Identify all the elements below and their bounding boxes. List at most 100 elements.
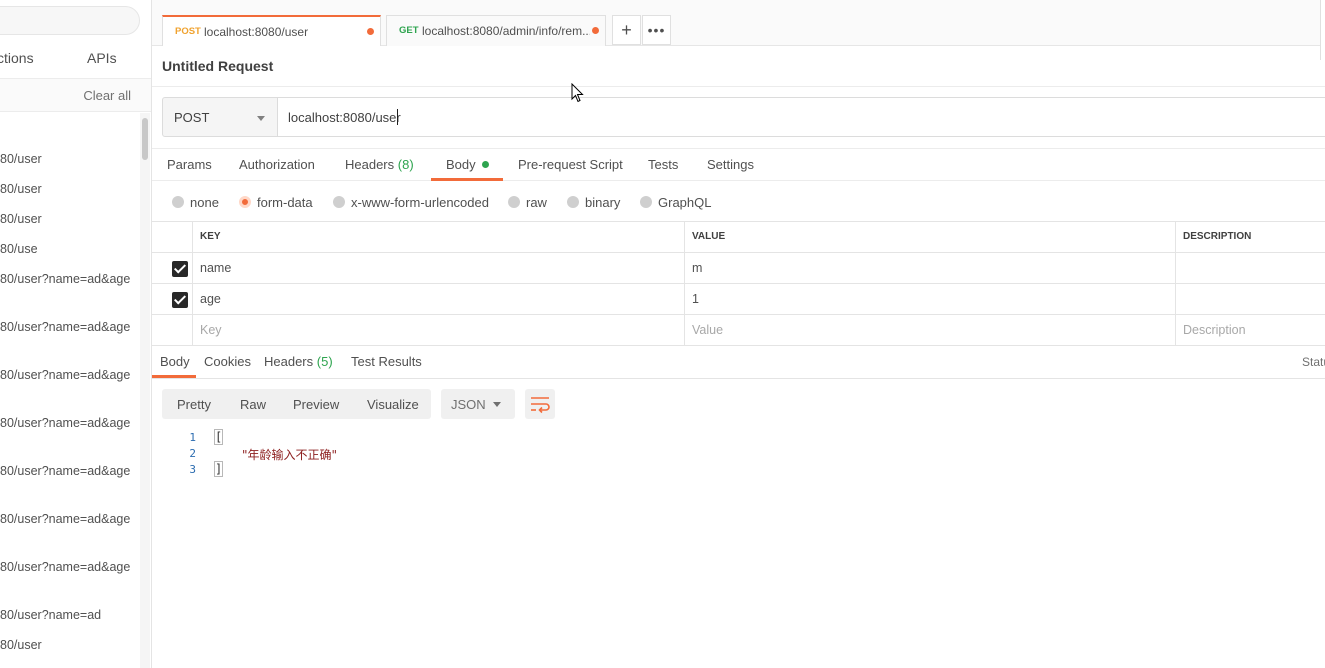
history-item[interactable]: 80/user?name=ad — [0, 608, 101, 622]
request-tab-bar: POST localhost:8080/user GET localhost:8… — [152, 0, 1325, 46]
tab-headers-label: Headers — [345, 157, 395, 172]
radio-raw[interactable]: raw — [508, 195, 547, 210]
table-row-empty: Key Value Description — [152, 315, 1325, 346]
radio-graphql[interactable]: GraphQL — [640, 195, 711, 210]
tab-headers[interactable]: Headers (8) — [345, 157, 414, 172]
unsaved-dot-icon — [592, 27, 599, 34]
wrap-lines-button[interactable] — [525, 389, 555, 419]
request-tab[interactable]: GET localhost:8080/admin/info/rem... — [386, 15, 606, 46]
description-cell[interactable] — [1175, 284, 1325, 315]
key-cell[interactable]: age — [192, 284, 684, 315]
chevron-down-icon — [493, 402, 501, 407]
sidebar-search-input[interactable] — [0, 6, 140, 35]
response-tab-cookies[interactable]: Cookies — [204, 354, 251, 369]
clear-all-button[interactable]: Clear all — [83, 88, 131, 103]
history-item[interactable]: 80/use — [0, 242, 38, 256]
wrap-lines-icon — [531, 397, 550, 414]
response-tabs: Body Cookies Headers (5) Test Results — [152, 346, 1325, 379]
history-item[interactable]: 80/user?name=ad&age — [0, 320, 130, 334]
language-select[interactable]: JSON — [441, 389, 515, 419]
history-header: Clear all — [0, 78, 151, 112]
description-cell[interactable] — [1175, 253, 1325, 284]
radio-label: GraphQL — [658, 195, 712, 210]
sidebar: ctions APIs Clear all 80/user 80/user 80… — [0, 0, 152, 668]
active-tab-indicator — [152, 375, 196, 378]
plus-icon: + — [621, 20, 632, 40]
headers-count-badge: (8) — [397, 157, 414, 172]
history-item[interactable]: 80/user — [0, 152, 42, 166]
request-subtabs: Params Authorization Headers (8) Body Pr… — [152, 148, 1325, 181]
line-number: 3 — [189, 463, 196, 476]
table-header-row: KEY VALUE DESCRIPTION — [152, 222, 1325, 253]
value-placeholder[interactable]: Value — [684, 315, 1176, 346]
history-item[interactable]: 80/user — [0, 182, 42, 196]
new-tab-button[interactable]: + — [612, 15, 641, 45]
sidebar-scroll-thumb[interactable] — [142, 118, 148, 160]
tab-settings[interactable]: Settings — [707, 157, 754, 172]
history-item[interactable]: 80/user?name=ad&age — [0, 368, 130, 382]
method-select[interactable]: POST — [162, 97, 278, 137]
tab-authorization[interactable]: Authorization — [239, 157, 315, 172]
radio-label: raw — [526, 195, 547, 210]
description-placeholder[interactable]: Description — [1175, 315, 1325, 346]
key-cell[interactable]: name — [192, 253, 684, 284]
active-tab-indicator — [431, 178, 503, 181]
method-value: POST — [174, 110, 210, 125]
sidebar-tab-collections[interactable]: ctions — [0, 50, 34, 66]
line-number: 1 — [189, 431, 196, 444]
sidebar-scrollbar[interactable] — [140, 113, 150, 668]
request-tab-active[interactable]: POST localhost:8080/user — [162, 15, 381, 46]
column-header-key: KEY — [192, 222, 684, 253]
body-indicator-dot-icon — [481, 161, 489, 168]
tab-method-label: POST — [175, 26, 201, 37]
code-line: ] — [213, 461, 224, 477]
history-item[interactable]: 80/user?name=ad&age — [0, 416, 130, 430]
history-item[interactable]: 80/user?name=ad&age — [0, 464, 130, 478]
response-tab-test-results[interactable]: Test Results — [351, 354, 422, 369]
format-visualize-button[interactable]: Visualize — [367, 397, 419, 412]
history-item[interactable]: 80/user — [0, 212, 42, 226]
tab-prerequest-script[interactable]: Pre-request Script — [518, 157, 623, 172]
history-item[interactable]: 80/user — [0, 638, 42, 652]
value-cell[interactable]: 1 — [684, 284, 1176, 315]
response-headers-count: (5) — [316, 354, 333, 369]
divider — [152, 86, 1325, 87]
radio-label: x-www-form-urlencoded — [351, 195, 489, 210]
table-row: age 1 — [152, 284, 1325, 315]
radio-circle-icon — [508, 196, 520, 208]
radio-circle-icon — [567, 196, 579, 208]
row-checkbox[interactable] — [172, 292, 188, 308]
right-panel-edge — [1320, 0, 1325, 60]
radio-form-data[interactable]: form-data — [239, 195, 313, 210]
format-raw-button[interactable]: Raw — [240, 397, 266, 412]
format-pretty-button[interactable]: Pretty — [177, 397, 211, 412]
value-cell[interactable]: m — [684, 253, 1176, 284]
code-line: [ — [213, 429, 224, 445]
radio-circle-icon — [172, 196, 184, 208]
radio-none[interactable]: none — [172, 195, 219, 210]
history-item[interactable]: 80/user?name=ad&age — [0, 512, 130, 526]
tab-options-button[interactable]: ••• — [642, 15, 671, 45]
format-preview-button[interactable]: Preview — [293, 397, 339, 412]
tab-tests[interactable]: Tests — [648, 157, 678, 172]
mouse-pointer-icon — [571, 83, 584, 103]
tab-body[interactable]: Body — [446, 157, 489, 172]
history-item[interactable]: 80/user?name=ad&age — [0, 560, 130, 574]
radio-x-www-form-urlencoded[interactable]: x-www-form-urlencoded — [333, 195, 489, 210]
response-tab-body[interactable]: Body — [160, 354, 190, 369]
unsaved-dot-icon — [367, 28, 374, 35]
tab-url-label: localhost:8080/user — [204, 25, 309, 39]
request-title[interactable]: Untitled Request — [162, 58, 273, 74]
url-input[interactable] — [277, 97, 1325, 137]
radio-binary[interactable]: binary — [567, 195, 620, 210]
sidebar-tab-apis[interactable]: APIs — [87, 50, 117, 66]
response-tab-headers[interactable]: Headers (5) — [264, 354, 333, 369]
code-line: "年龄输入不正确" — [242, 446, 337, 463]
key-placeholder[interactable]: Key — [192, 315, 684, 346]
radio-selected-icon — [239, 196, 251, 208]
more-horizontal-icon: ••• — [647, 22, 666, 38]
history-item[interactable]: 80/user?name=ad&age — [0, 272, 130, 286]
tab-method-label: GET — [399, 25, 419, 36]
row-checkbox[interactable] — [172, 261, 188, 277]
tab-params[interactable]: Params — [167, 157, 212, 172]
